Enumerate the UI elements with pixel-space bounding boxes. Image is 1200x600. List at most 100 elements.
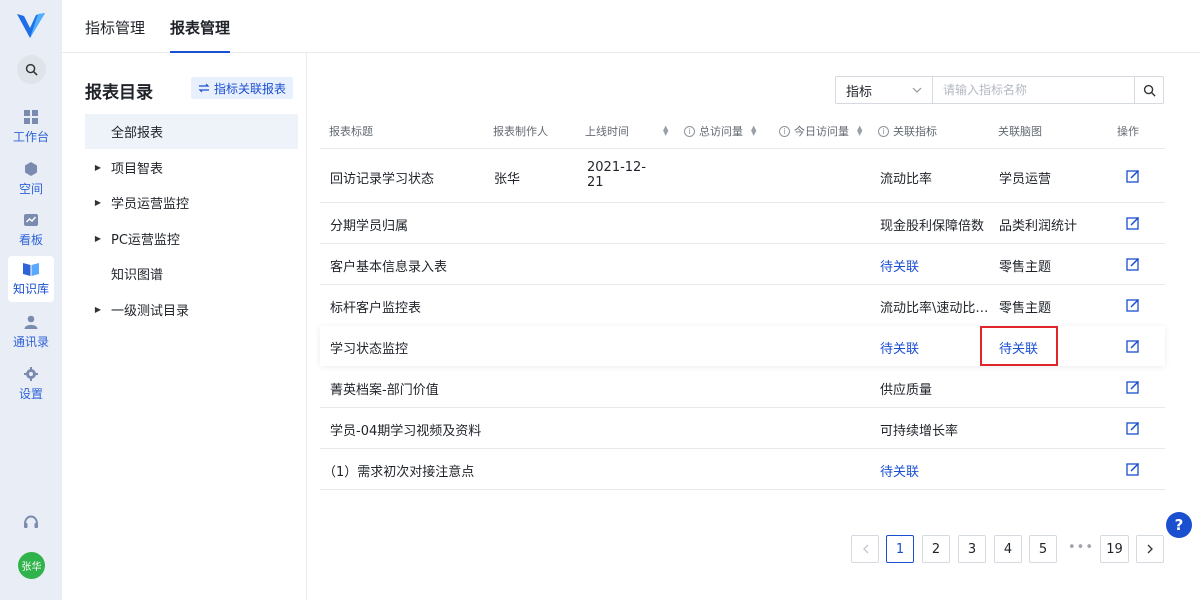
cell-title[interactable]: 分期学员归属 — [330, 215, 408, 234]
nav-label: 看板 — [18, 233, 43, 247]
tab-metric-management[interactable]: 指标管理 — [85, 17, 145, 53]
tree-item-test-dir[interactable]: ▶ 一级测试目录 — [85, 292, 298, 327]
tree-item-label: 知识图谱 — [111, 268, 164, 283]
metric-filter: 指标 — [835, 76, 1164, 104]
user-icon — [23, 314, 39, 330]
table-row: 菁英档案-部门价值 供应质量 — [320, 367, 1165, 407]
edit-icon[interactable] — [1126, 169, 1140, 183]
cell-mindmap[interactable]: 零售主题 — [999, 297, 1051, 316]
edit-icon[interactable] — [1126, 421, 1140, 435]
tree-item-label: 一级测试目录 — [111, 304, 190, 319]
cell-metric[interactable]: 可持续增长率 — [880, 420, 958, 439]
cell-title[interactable]: （1）需求初次对接注意点 — [323, 461, 474, 480]
page-button[interactable]: 2 — [922, 535, 950, 563]
nav-item-knowledge-base[interactable]: 知识库 — [8, 256, 54, 302]
prev-page-button[interactable] — [851, 535, 879, 563]
sidebar-title: 报表目录 — [85, 83, 153, 103]
tree-item-project[interactable]: ▶ 项目智表 — [85, 150, 298, 185]
cell-metric[interactable]: 待关联 — [880, 338, 919, 357]
tab-report-management[interactable]: 报表管理 — [170, 17, 231, 53]
avatar[interactable]: 张华 — [18, 552, 45, 579]
nav-item-contacts[interactable]: 通讯录 — [8, 309, 54, 355]
page-button[interactable]: 3 — [958, 535, 986, 563]
header-online-date[interactable]: 上线时间 ▲ ▼ — [585, 123, 668, 139]
cell-title[interactable]: 标杆客户监控表 — [330, 297, 421, 316]
table-row: 标杆客户监控表 流动比率\速动比… 零售主题 — [320, 285, 1165, 325]
table-row: 分期学员归属 现金股利保障倍数 品类利润统计 — [320, 203, 1165, 243]
sort-icon[interactable]: ▲ ▼ — [751, 125, 756, 137]
edit-icon[interactable] — [1126, 298, 1140, 312]
page-button[interactable]: 1 — [886, 535, 914, 563]
header-actions: 操作 — [1117, 125, 1139, 138]
caret-right-icon[interactable]: ▶ — [85, 163, 111, 172]
cell-mindmap[interactable]: 品类利润统计 — [999, 215, 1077, 234]
pagination-ellipsis[interactable]: ••• — [1068, 540, 1094, 555]
nav-item-board[interactable]: 看板 — [8, 207, 54, 253]
nav-label: 通讯录 — [12, 335, 49, 349]
edit-icon[interactable] — [1126, 216, 1140, 230]
header-total-visits[interactable]: i 总访问量 ▲ ▼ — [684, 123, 756, 139]
edit-icon[interactable] — [1126, 380, 1140, 394]
tree-item-student-ops[interactable]: ▶ 学员运营监控 — [85, 185, 298, 220]
cell-title[interactable]: 回访记录学习状态 — [330, 168, 434, 187]
help-icon[interactable]: ? — [1166, 512, 1192, 538]
cell-mindmap[interactable]: 学员运营 — [999, 168, 1051, 187]
search-icon[interactable] — [17, 55, 46, 84]
tree-item-label: PC运营监控 — [111, 233, 180, 248]
cell-title[interactable]: 学习状态监控 — [330, 338, 408, 357]
nav-label: 空间 — [18, 182, 43, 196]
table-row: 回访记录学习状态 张华 2021-12-21 流动比率 学员运营 — [320, 149, 1165, 202]
cell-title[interactable]: 客户基本信息录入表 — [330, 256, 447, 275]
next-page-button[interactable] — [1136, 535, 1164, 563]
caret-right-icon[interactable]: ▶ — [85, 234, 111, 243]
header-linked-metric: i 关联指标 — [878, 123, 937, 139]
edit-icon[interactable] — [1126, 462, 1140, 476]
info-icon: i — [684, 125, 695, 137]
headset-icon[interactable] — [22, 514, 40, 532]
cube-icon — [23, 161, 39, 177]
cell-metric[interactable]: 流动比率\速动比… — [880, 297, 988, 316]
left-nav: 工作台 空间 看板 知识库 通讯录 设置 张华 — [0, 0, 62, 600]
tree-item-pc-ops[interactable]: ▶ PC运营监控 — [85, 221, 298, 256]
page-button-last[interactable]: 19 — [1100, 535, 1129, 563]
caret-right-icon[interactable]: ▶ — [85, 305, 111, 314]
top-tab-bar: 指标管理 报表管理 — [62, 0, 1200, 53]
page-button[interactable]: 4 — [994, 535, 1022, 563]
edit-icon[interactable] — [1126, 339, 1140, 353]
nav-item-space[interactable]: 空间 — [8, 156, 54, 202]
cell-mindmap[interactable]: 零售主题 — [999, 256, 1051, 275]
header-linked-mindmap: 关联脑图 — [998, 125, 1042, 138]
header-author: 报表制作人 — [493, 125, 548, 138]
metric-search-input[interactable] — [933, 77, 1134, 103]
metric-link-report-button[interactable]: 指标关联报表 — [191, 77, 294, 99]
caret-right-icon[interactable]: ▶ — [85, 198, 111, 207]
swap-icon — [198, 83, 210, 93]
cell-title[interactable]: 学员-04期学习视频及资料 — [330, 420, 481, 439]
cell-metric[interactable]: 待关联 — [880, 461, 919, 480]
metric-link-report-label: 指标关联报表 — [214, 81, 287, 96]
logo-icon — [17, 13, 45, 38]
book-icon — [23, 261, 39, 277]
cell-metric[interactable]: 供应质量 — [880, 379, 932, 398]
tree-item-label: 项目智表 — [111, 162, 164, 177]
report-catalog-sidebar: 报表目录 指标关联报表 全部报表 ▶ 项目智表 ▶ 学员运营监控 ▶ PC运营监… — [62, 53, 307, 600]
nav-item-workbench[interactable]: 工作台 — [8, 104, 54, 150]
tree-item-all-reports[interactable]: 全部报表 — [85, 114, 298, 149]
filter-type-select[interactable]: 指标 — [836, 77, 933, 103]
header-title: 报表标题 — [329, 125, 373, 138]
sort-icon[interactable]: ▲ ▼ — [857, 125, 862, 137]
tree-item-knowledge-graph[interactable]: 知识图谱 — [85, 256, 298, 291]
cell-metric[interactable]: 流动比率 — [880, 168, 932, 187]
page-button[interactable]: 5 — [1029, 535, 1057, 563]
chevron-left-icon — [862, 544, 868, 554]
header-today-visits[interactable]: i 今日访问量 ▲ ▼ — [779, 123, 862, 139]
cell-metric[interactable]: 待关联 — [880, 256, 919, 275]
edit-icon[interactable] — [1126, 257, 1140, 271]
search-button[interactable] — [1134, 77, 1163, 103]
cell-title[interactable]: 菁英档案-部门价值 — [330, 379, 439, 398]
sort-icon[interactable]: ▲ ▼ — [663, 125, 668, 137]
table-row: 客户基本信息录入表 待关联 零售主题 — [320, 244, 1165, 284]
nav-item-settings[interactable]: 设置 — [8, 361, 54, 407]
grid-icon — [23, 109, 39, 125]
cell-metric[interactable]: 现金股利保障倍数 — [880, 215, 984, 234]
